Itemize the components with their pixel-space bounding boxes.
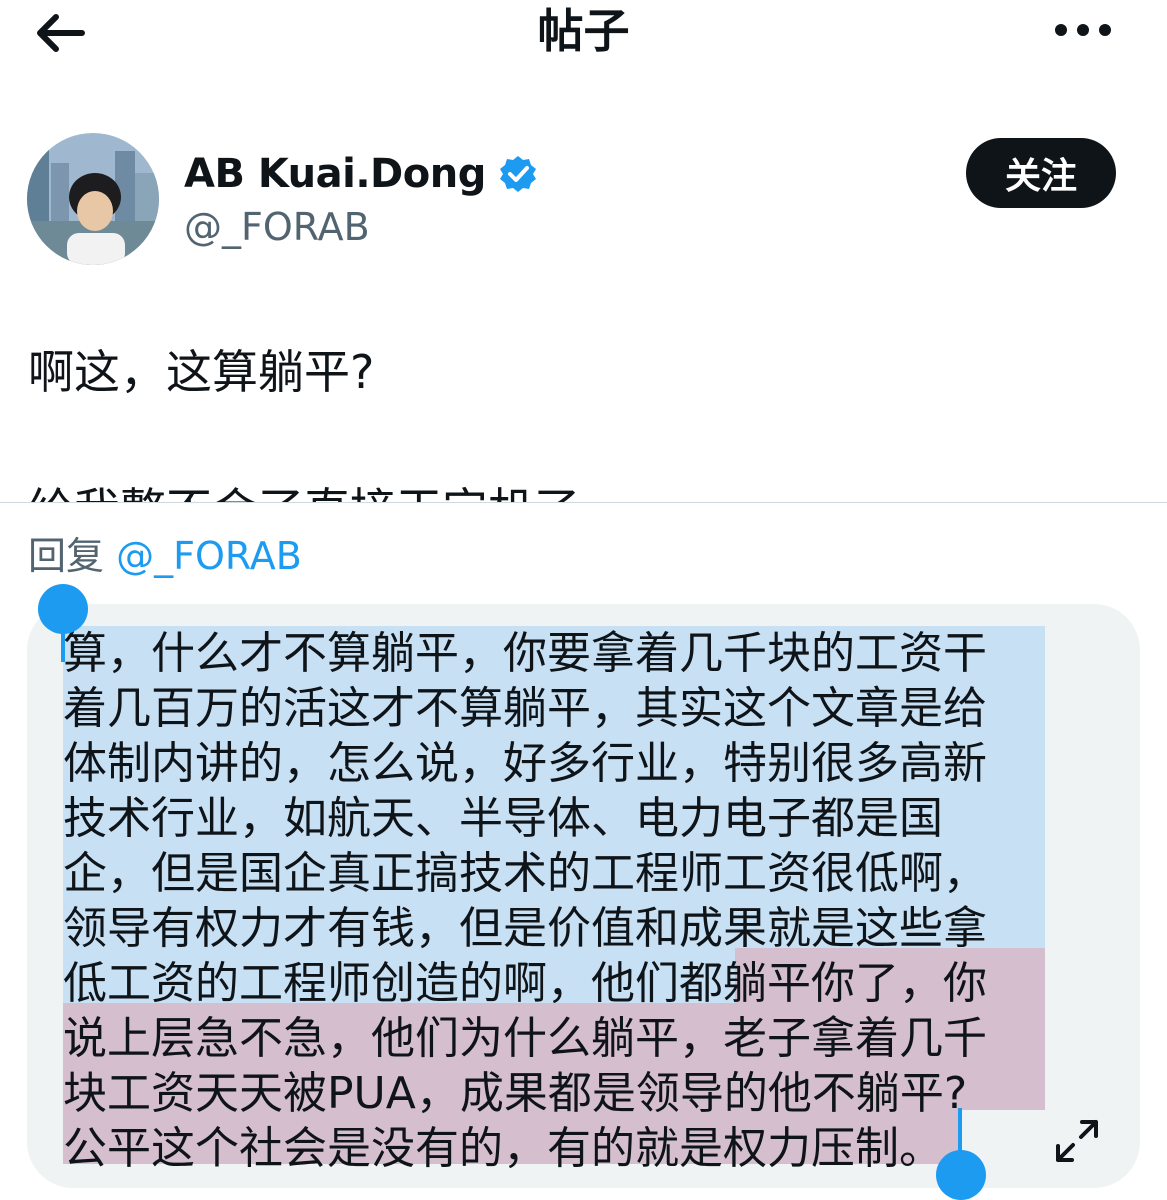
composer-text-line: 企，但是国企真正搞技术的工程师工资很低啊， [63,848,987,899]
composer-text-line: 公平这个社会是没有的，有的就是权力压制。 [63,1123,943,1174]
composer-text-line: 着几百万的活这才不算躺平，其实这个文章是给 [63,683,987,734]
divider [0,502,1167,503]
avatar-photo [27,133,159,265]
selection-end-handle[interactable] [936,1150,986,1200]
composer-text-segment: 躺平你了，你 [723,958,987,1009]
reply-mention-link[interactable]: @_FORAB [116,534,302,578]
composer-text[interactable]: 算，什么才不算躺平，你要拿着几千块的工资干 着几百万的活这才不算躺平，其实这个文… [63,626,1053,1176]
tweet-text-line: 啊这，这算躺平? [28,345,375,399]
composer-text-line: 块工资天天被PUA，成果都是领导的他不躺平? [63,1068,968,1119]
more-horizontal-icon[interactable] [1050,10,1116,50]
selection-start-handle[interactable] [38,584,88,634]
reply-to-label: 回复 @_FORAB [28,532,302,580]
composer-text-segment: 低工资的工程师创造的啊，他们都 [63,958,723,1009]
display-name[interactable]: AB Kuai.Dong [184,151,486,197]
verified-badge-icon [499,156,536,192]
top-bar: 帖子 [0,0,1167,64]
reply-prefix: 回复 [28,534,105,578]
follow-button[interactable]: 关注 [966,138,1116,208]
page-title: 帖子 [537,4,630,58]
composer-text-line: 说上层急不急，他们为什么躺平，老子拿着几千 [63,1013,987,1064]
composer-text-line: 低工资的工程师创造的啊，他们都躺平你了，你 [63,956,1053,1011]
user-handle[interactable]: @_FORAB [184,203,370,251]
avatar[interactable] [27,133,159,265]
composer-text-line: 算，什么才不算躺平，你要拿着几千块的工资干 [63,628,987,679]
tweet-text-line: 给我整不会了直接干宕机了 [28,480,580,502]
tweet-text-clip: 给我整不会了直接干宕机了 [0,480,1167,502]
composer-text-line: 领导有权力才有钱，但是价值和成果就是这些拿 [63,903,987,954]
profile-name-row: AB Kuai.Dong [184,144,538,204]
composer-text-line: 体制内讲的，怎么说，好多行业，特别很多高新 [63,738,987,789]
composer-text-line: 技术行业，如航天、半导体、电力电子都是国 [63,793,943,844]
expand-icon[interactable] [1052,1116,1102,1166]
